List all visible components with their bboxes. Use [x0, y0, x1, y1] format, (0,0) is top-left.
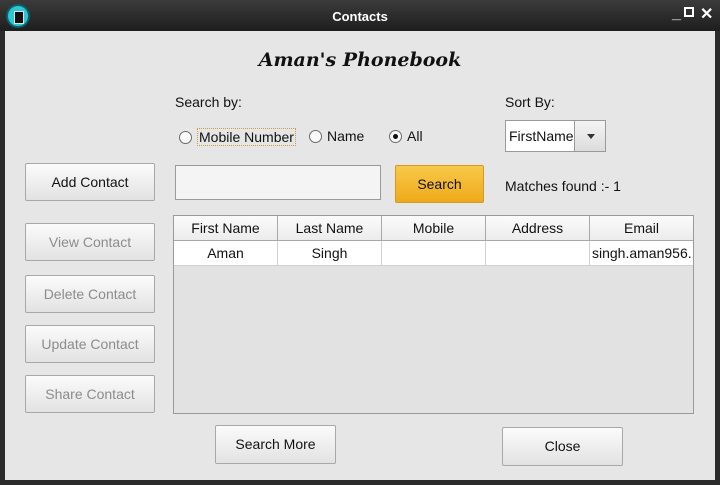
contacts-table: First Name Last Name Mobile Address Emai… [173, 215, 694, 414]
column-header-mobile[interactable]: Mobile [382, 216, 486, 240]
cell-mobile[interactable] [382, 241, 486, 265]
view-contact-button[interactable]: View Contact [25, 223, 155, 261]
update-contact-button[interactable]: Update Contact [25, 325, 155, 363]
contacts-window: Contacts _ ✕ Aman's Phonebook Search by:… [0, 0, 720, 485]
search-input[interactable] [175, 165, 381, 200]
radio-button-icon [309, 129, 322, 143]
chevron-down-icon[interactable] [573, 121, 605, 151]
cell-last-name[interactable]: Singh [278, 241, 382, 265]
maximize-icon[interactable] [684, 7, 694, 17]
cell-first-name[interactable]: Aman [174, 241, 278, 265]
matches-found-text: Matches found :- 1 [505, 178, 621, 194]
search-by-label: Search by: [175, 94, 242, 110]
delete-contact-button[interactable]: Delete Contact [25, 275, 155, 313]
share-contact-button[interactable]: Share Contact [25, 375, 155, 413]
radio-label: Mobile Number [197, 128, 296, 146]
radio-all[interactable]: All [389, 128, 423, 144]
cell-address[interactable] [486, 241, 590, 265]
radio-name[interactable]: Name [309, 128, 364, 144]
page-title: Aman's Phonebook [258, 49, 462, 71]
radio-label: All [407, 128, 423, 144]
minimize-icon[interactable]: _ [672, 6, 681, 22]
search-more-button[interactable]: Search More [215, 425, 336, 464]
column-header-last-name[interactable]: Last Name [278, 216, 382, 240]
cell-email[interactable]: singh.aman956... [590, 241, 693, 265]
column-header-address[interactable]: Address [486, 216, 590, 240]
radio-button-selected-icon [389, 129, 402, 143]
sort-by-dropdown[interactable]: FirstName [505, 120, 606, 152]
search-button[interactable]: Search [395, 165, 484, 203]
table-header: First Name Last Name Mobile Address Emai… [174, 216, 693, 241]
sort-by-value: FirstName [509, 128, 574, 144]
sort-by-label: Sort By: [505, 94, 555, 110]
column-header-first-name[interactable]: First Name [174, 216, 278, 240]
main-panel: Aman's Phonebook Search by: Sort By: Mob… [5, 31, 715, 480]
close-icon[interactable]: ✕ [700, 7, 713, 23]
radio-button-icon [179, 130, 192, 144]
radio-mobile-number[interactable]: Mobile Number [179, 128, 296, 146]
column-header-email[interactable]: Email [590, 216, 693, 240]
window-title: Contacts [332, 9, 388, 24]
add-contact-button[interactable]: Add Contact [25, 163, 155, 201]
title-bar[interactable]: Contacts _ ✕ [0, 0, 720, 31]
close-button[interactable]: Close [502, 427, 623, 466]
radio-label: Name [327, 128, 365, 144]
table-row[interactable]: Aman Singh singh.aman956... [174, 241, 693, 266]
